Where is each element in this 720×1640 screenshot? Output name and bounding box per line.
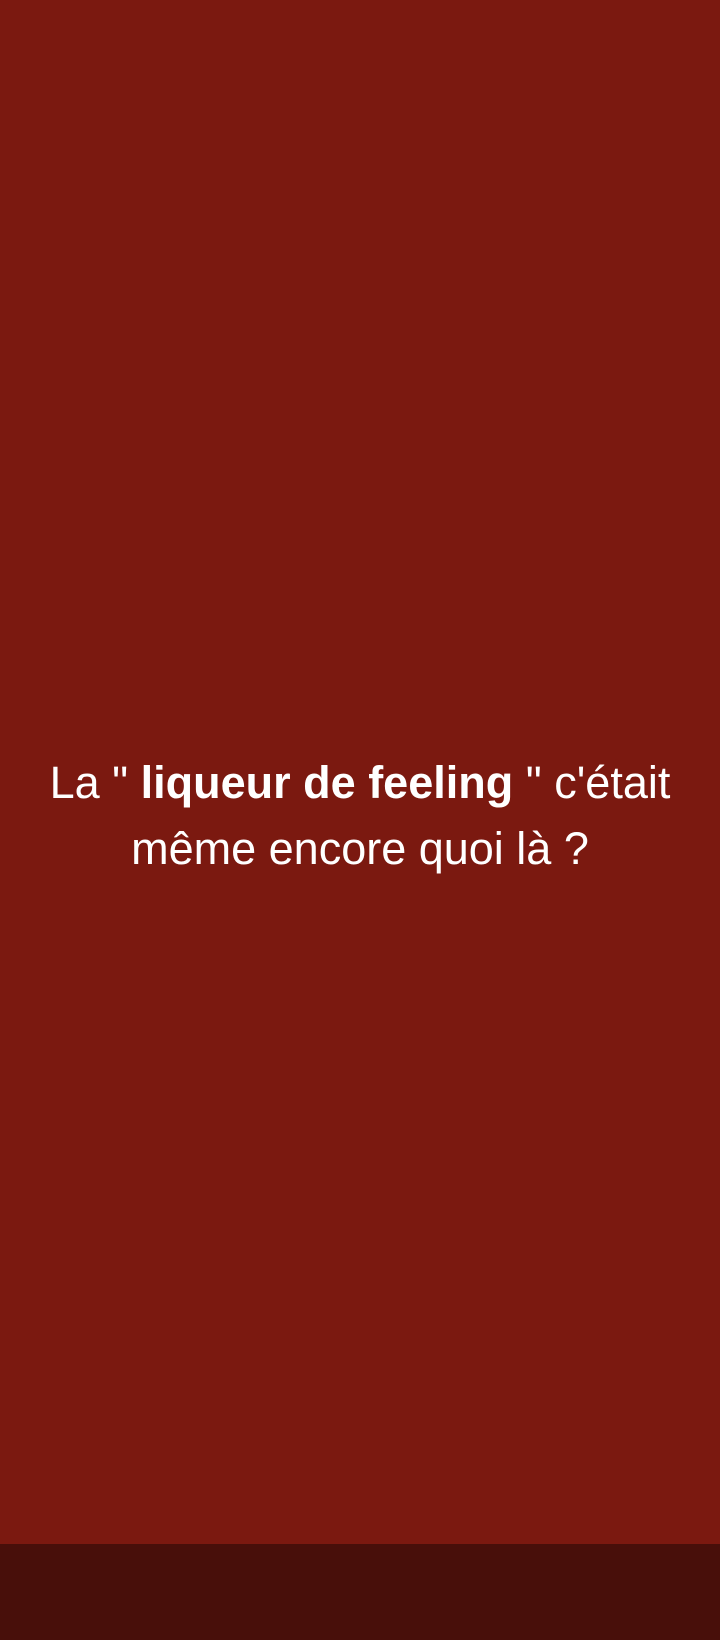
question-screen: La " liqueur de feeling " c'était même e… [0,0,720,1544]
system-navigation-bar [0,1544,720,1640]
question-text: La " liqueur de feeling " c'était même e… [30,750,690,882]
question-prefix: La " [49,757,141,808]
question-highlight: liqueur de feeling [140,757,514,808]
